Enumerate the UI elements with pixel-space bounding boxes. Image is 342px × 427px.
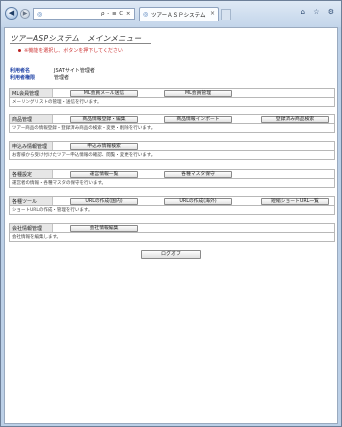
section-label-text: 各種設定 (12, 172, 33, 178)
user-name-value: JSATサイト管理者 (54, 68, 95, 74)
back-button[interactable]: ◀ (5, 7, 18, 20)
forward-button[interactable]: ▶ (20, 9, 30, 19)
new-tab-button[interactable] (221, 9, 231, 20)
application-search-button[interactable]: 申込み情報検索 (70, 143, 138, 150)
product-register-button[interactable]: 商品情報登録・編集 (70, 116, 138, 123)
section-row: 会社情報管理 会社情報編集 (9, 223, 335, 233)
instruction-notice: ※機能を選択し、ボタンを押下してください (24, 48, 123, 54)
master-maintenance-button[interactable]: 各種マスタ保守 (164, 171, 232, 178)
product-search-button[interactable]: 登録済み商品検索 (261, 116, 329, 123)
section-description-text: ツアー商品の情報登録・登録済み商品の検索・変更・削除を行います。 (12, 126, 156, 131)
section-description: 運営者の情報・各種マスタの保守を行います。 (9, 179, 335, 188)
section-label: ML会員管理 (10, 89, 53, 97)
page-content: ツアーASPシステム メインメニュー ※機能を選択し、ボタンを押下してください … (4, 27, 338, 424)
section-description: 会社情報を編集します。 (9, 233, 335, 242)
section-label-text: 各種ツール (12, 199, 38, 205)
url-create-overseas-button[interactable]: URLの作成(海外) (164, 198, 232, 205)
tab-page-icon: ◎ (143, 11, 149, 18)
section-description-text: お客様から受け付けたツアー申込情報の確認、閲覧・変更を行います。 (12, 153, 156, 158)
section-label-text: 申込み情報管理 (12, 144, 48, 150)
address-tools[interactable]: ρ - ≡ C × (101, 11, 131, 17)
section-description: ショートURLの作成・管理を行います。 (9, 206, 335, 215)
section-label-text: ML会員管理 (12, 91, 40, 97)
section-description-text: メーリングリストの管理・送信を行います。 (12, 100, 102, 105)
company-info-edit-button[interactable]: 会社情報編集 (70, 225, 138, 232)
browser-window: ◀ ▶ ◎ ρ - ≡ C × ◎ ツアーＡＳＰシステム × ⌂ ☆ ⚙ ツアー… (0, 0, 342, 427)
url-create-domestic-button[interactable]: URLの作成(国内) (70, 198, 138, 205)
section-description: お客様から受け付けたツアー申込情報の確認、閲覧・変更を行います。 (9, 151, 335, 160)
logout-button[interactable]: ログオフ (141, 250, 201, 259)
section-description: メーリングリストの管理・送信を行います。 (9, 98, 335, 107)
page-icon: ◎ (37, 11, 43, 18)
address-bar[interactable]: ◎ ρ - ≡ C × (33, 8, 135, 20)
section-description-text: ショートURLの作成・管理を行います。 (12, 208, 93, 213)
section-label: 商品管理 (10, 115, 53, 123)
section-row: 商品管理 商品情報登録・編集 商品情報インポート 登録済み商品検索 (9, 114, 335, 124)
product-import-button[interactable]: 商品情報インポート (164, 116, 232, 123)
browser-toolbar: ◀ ▶ ◎ ρ - ≡ C × ◎ ツアーＡＳＰシステム × ⌂ ☆ ⚙ (1, 1, 341, 27)
user-role-label: 利用者権限 (10, 75, 36, 81)
section-row: 各種ツール URLの作成(国内) URLの作成(海外) 短縮ショートURL一覧 (9, 196, 335, 206)
section-label: 会社情報管理 (10, 224, 53, 232)
section-row: ML会員管理 ML会員メール送信 ML会員管理 (9, 88, 335, 98)
tab-title: ツアーＡＳＰシステム (151, 13, 206, 19)
section-description: ツアー商品の情報登録・登録済み商品の検索・変更・削除を行います。 (9, 124, 335, 133)
operation-info-list-button[interactable]: 運営情報一覧 (70, 171, 138, 178)
section-label-text: 商品管理 (12, 117, 33, 123)
section-label: 申込み情報管理 (10, 142, 53, 150)
section-label: 各種ツール (10, 197, 53, 205)
section-label: 各種設定 (10, 170, 53, 178)
browser-icons[interactable]: ⌂ ☆ ⚙ (301, 8, 337, 16)
notice-bullet-icon (18, 49, 21, 52)
user-role-value: 管理者 (54, 75, 70, 81)
section-label-text: 会社情報管理 (12, 226, 43, 232)
tab-close-icon[interactable]: × (210, 10, 215, 17)
forward-arrow-icon: ▶ (22, 10, 28, 17)
back-arrow-icon: ◀ (8, 9, 15, 17)
tab-main-menu[interactable]: ◎ ツアーＡＳＰシステム × (139, 7, 219, 21)
section-description-text: 運営者の情報・各種マスタの保守を行います。 (12, 181, 107, 186)
ml-member-manage-button[interactable]: ML会員管理 (164, 90, 232, 97)
section-description-text: 会社情報を編集します。 (12, 235, 62, 240)
section-row: 申込み情報管理 申込み情報検索 (9, 141, 335, 151)
ml-mail-send-button[interactable]: ML会員メール送信 (70, 90, 138, 97)
section-row: 各種設定 運営情報一覧 各種マスタ保守 (9, 169, 335, 179)
user-name-label: 利用者名 (10, 68, 31, 74)
short-url-list-button[interactable]: 短縮ショートURL一覧 (261, 198, 329, 205)
title-underline (10, 43, 151, 44)
